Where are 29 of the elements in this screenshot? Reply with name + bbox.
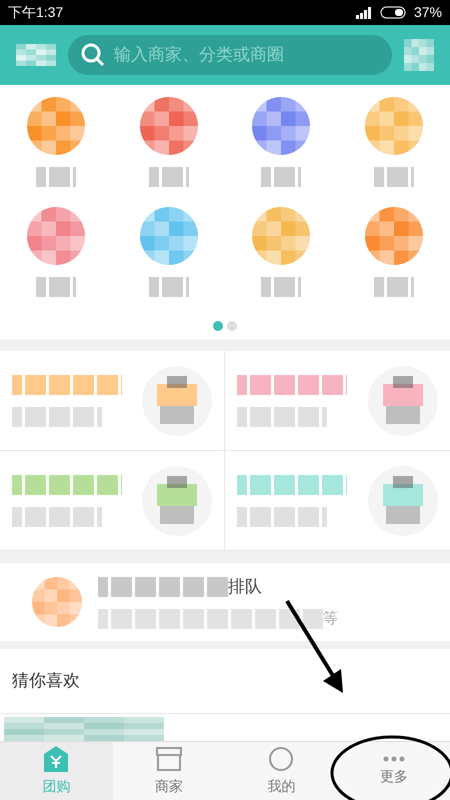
section-title: 猜你喜欢 [12,670,80,692]
location-picker [16,44,56,66]
more-icon [382,756,405,762]
tab[interactable]: 我的 [225,742,338,800]
search-placeholder: 输入商家、分类或商圈 [114,44,284,66]
queue-row[interactable]: 排队 等 [0,563,450,641]
promo-card[interactable] [0,451,225,551]
signal-icon [356,6,372,18]
battery-level: 37% [414,3,442,22]
queue-icon [32,577,82,627]
pixelated-text [36,167,76,187]
pixelated-text [148,167,189,187]
battery-icon [380,6,406,19]
avatar [404,39,434,71]
queue-title: 排队 [228,576,262,598]
promo-card[interactable] [0,351,225,451]
pixelated-text [36,277,76,297]
pixelated-text [374,277,414,297]
price-tag-icon [44,746,68,772]
pixelated-text [261,277,302,297]
search-icon [80,42,106,68]
pixelated-text [261,167,302,187]
pixelated-text [148,277,189,297]
tab[interactable]: 商家 [112,742,225,800]
user-icon [268,746,294,772]
pixelated-text [374,167,414,187]
storefront-icon [154,746,183,772]
queue-subtitle: 等 [323,608,338,628]
clock: 下午1:37 [8,3,64,22]
